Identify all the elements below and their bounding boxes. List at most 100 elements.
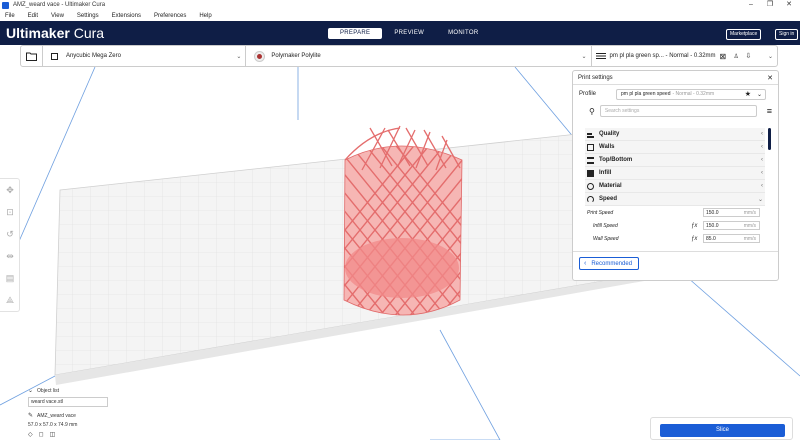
setting-label: Print Speed	[587, 209, 614, 216]
chevron-down-icon: ⌄	[28, 388, 34, 394]
fx-icon[interactable]: ƒx	[691, 236, 697, 242]
walls-icon	[587, 143, 594, 151]
menu-extensions[interactable]: Extensions	[112, 13, 141, 19]
category-quality[interactable]: Quality ‹	[585, 128, 765, 141]
category-label: Infill	[599, 170, 612, 176]
mirror-tool-icon[interactable]: ⇹	[0, 245, 20, 267]
recommended-button[interactable]: ‹ Recommended	[579, 257, 639, 270]
front-view-icon[interactable]: ◻	[39, 431, 44, 438]
setting-value-input[interactable]: 150.0 mm/s	[703, 208, 760, 217]
setting-unit: mm/s	[743, 209, 756, 216]
setting-value: 150.0	[706, 209, 719, 216]
machine-toolbar: Anycubic Mega Zero ⌄ Polymaker Polylite …	[20, 45, 778, 67]
object-list: ⌄ Object list weard vace.stl ✎ AMZ_weard…	[28, 387, 108, 438]
adhesion-icon: ⇩	[745, 53, 752, 60]
printer-selector[interactable]: Anycubic Mega Zero ⌄	[43, 46, 247, 66]
category-walls[interactable]: Walls ‹	[585, 141, 765, 154]
signin-button[interactable]: Sign in	[775, 29, 799, 40]
setting-value-input[interactable]: 85.0 mm/s	[703, 234, 760, 243]
panel-divider	[573, 251, 778, 252]
title-bar: AMZ_weard vace - Ultimaker Cura – ❐ ✕	[0, 0, 800, 10]
per-model-settings-icon[interactable]: ▤	[0, 267, 20, 289]
tab-preview[interactable]: PREVIEW	[382, 28, 436, 39]
close-icon[interactable]: ✕	[767, 74, 773, 82]
fx-icon[interactable]: ƒx	[691, 223, 697, 229]
object-file-name: weard vace.stl	[31, 399, 63, 405]
settings-list[interactable]: Quality ‹ Walls ‹ Top/Bottom ‹ Infill ‹ …	[585, 128, 765, 248]
print-settings-selector[interactable]: pm pl pla green sp... - Normal - 0.32mm …	[592, 46, 778, 66]
chevron-left-icon: ‹	[761, 131, 763, 137]
menu-edit[interactable]: Edit	[28, 13, 38, 19]
minimize-button[interactable]: –	[742, 0, 760, 10]
chevron-down-icon: ⌄	[581, 53, 587, 60]
tab-prepare[interactable]: PREPARE	[328, 28, 383, 39]
folder-icon	[25, 52, 37, 61]
chevron-left-icon: ‹	[761, 170, 763, 176]
setting-print-speed: Print Speed 150.0 mm/s	[585, 206, 765, 219]
category-label: Top/Bottom	[599, 157, 633, 163]
support-blocker-icon[interactable]: ⟁	[0, 289, 20, 311]
slice-panel: Slice	[650, 417, 793, 440]
move-tool-icon[interactable]: ✥	[0, 179, 20, 201]
object-list-item[interactable]: weard vace.stl	[28, 397, 108, 407]
printer-icon	[50, 52, 58, 60]
profile-row: Profile pm pl pla green speed - Normal -…	[573, 85, 778, 103]
left-toolbar: ✥ ⊡ ↺ ⇹ ▤ ⟁	[0, 178, 20, 312]
open-file-button[interactable]	[21, 46, 43, 66]
setting-value: 85.0	[706, 235, 716, 242]
profile-dropdown[interactable]: pm pl pla green speed - Normal - 0.32mm …	[616, 88, 767, 100]
cube-view-icon[interactable]: ◇	[28, 431, 33, 438]
profile-sub: - Normal - 0.32mm	[672, 91, 715, 97]
menu-icon[interactable]: ≡	[767, 106, 772, 116]
setting-unit: mm/s	[743, 222, 756, 229]
material-selector[interactable]: Polymaker Polylite ⌄	[246, 46, 592, 66]
app-header: Ultimaker Cura PREPARE PREVIEW MONITOR M…	[0, 21, 800, 45]
infill-icon: ⊠	[719, 51, 727, 61]
object-dimensions: 57.0 x 57.0 x 74.9 mm	[28, 422, 78, 428]
top-view-icon[interactable]: ◫	[50, 431, 56, 438]
chevron-down-icon: ⌄	[757, 196, 763, 203]
chevron-down-icon: ⌄	[236, 53, 242, 60]
material-name: Polymaker Polylite	[271, 53, 321, 59]
support-icon: ♙	[733, 53, 739, 60]
setting-unit: mm/s	[743, 235, 756, 242]
window-title: AMZ_weard vace - Ultimaker Cura	[13, 2, 106, 8]
category-top-bottom[interactable]: Top/Bottom ‹	[585, 154, 765, 167]
top-bottom-icon	[587, 156, 594, 164]
tab-monitor[interactable]: MONITOR	[436, 28, 490, 39]
edit-icon[interactable]: ✎	[28, 412, 33, 419]
search-icon: ⚲	[589, 106, 595, 116]
setting-value: 150.0	[706, 222, 719, 229]
profile-summary: pm pl pla green sp... - Normal - 0.32mm	[609, 53, 716, 59]
chevron-left-icon: ‹	[761, 157, 763, 163]
menu-settings[interactable]: Settings	[77, 13, 99, 19]
search-row: ⚲ Search settings ≡	[573, 103, 778, 119]
settings-scrollbar[interactable]	[768, 128, 771, 150]
chevron-left-icon: ‹	[584, 260, 587, 267]
scale-tool-icon[interactable]: ⊡	[0, 201, 20, 223]
menu-view[interactable]: View	[51, 13, 64, 19]
marketplace-button[interactable]: Marketplace	[726, 29, 762, 40]
chevron-left-icon: ‹	[761, 144, 763, 150]
menu-help[interactable]: Help	[199, 13, 211, 19]
category-infill[interactable]: Infill ‹	[585, 167, 765, 180]
ultimaker-cura-logo: Ultimaker Cura	[6, 25, 105, 41]
chevron-left-icon: ‹	[761, 183, 763, 189]
category-material[interactable]: Material ‹	[585, 180, 765, 193]
close-window-button[interactable]: ✕	[780, 0, 798, 10]
maximize-button[interactable]: ❐	[761, 0, 779, 10]
setting-value-input[interactable]: 150.0 mm/s	[703, 221, 760, 230]
menu-preferences[interactable]: Preferences	[154, 13, 186, 19]
menu-file[interactable]: File	[5, 13, 15, 19]
printer-name: Anycubic Mega Zero	[65, 53, 121, 59]
category-speed[interactable]: Speed ⌄	[585, 193, 765, 206]
slice-button[interactable]: Slice	[660, 424, 785, 437]
setting-label: Wall Speed	[593, 235, 619, 242]
object-list-header[interactable]: ⌄ Object list	[28, 387, 108, 395]
view-icons-row: ◇ ◻ ◫	[28, 431, 108, 438]
chevron-down-icon: ⌄	[767, 53, 773, 60]
object-name: AMZ_weard vace	[37, 412, 76, 419]
rotate-tool-icon[interactable]: ↺	[0, 223, 20, 245]
search-settings-input[interactable]: Search settings	[599, 105, 757, 117]
star-icon[interactable]: ★	[745, 90, 751, 98]
